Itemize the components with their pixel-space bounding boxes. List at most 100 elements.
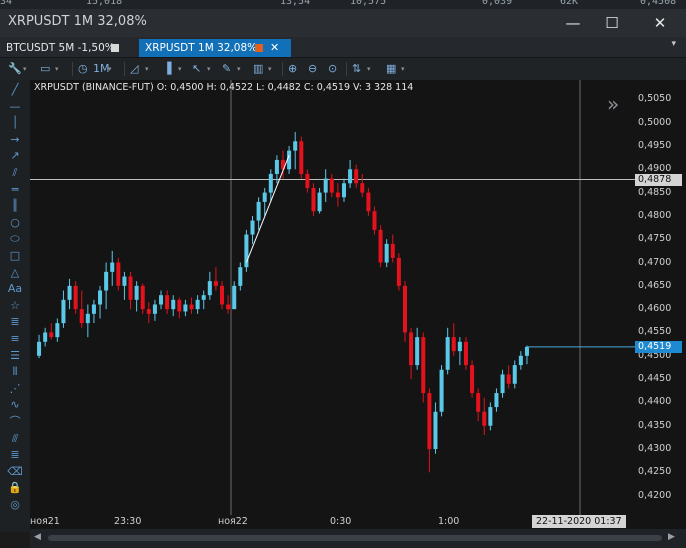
tab-label: XRPUSDT 1M 32,08% <box>145 42 258 54</box>
candle-body <box>195 299 200 310</box>
candle <box>67 278 72 310</box>
price-axis[interactable]: 0,5050 0,5000 0,4950 0,4900 0,4850 0,4800 0,47… <box>635 80 686 515</box>
scroll-left-icon[interactable]: ◀ <box>34 532 41 542</box>
minimize-button[interactable]: — <box>555 12 591 34</box>
grid-icon[interactable]: ▦ <box>386 61 396 77</box>
folder-icon[interactable]: ▭ <box>40 61 50 77</box>
sort-icon[interactable]: ⇅ <box>352 61 361 77</box>
dropdown-arrow-icon[interactable]: ▾ <box>207 61 211 77</box>
dropdown-arrow-icon[interactable]: ▾ <box>367 61 371 77</box>
indicator-icon[interactable]: ▐ <box>163 61 171 77</box>
tab-close-icon[interactable]: ✕ <box>270 39 279 57</box>
price-tick-label: 0,4750 <box>638 233 672 245</box>
clock-icon[interactable]: ◷ <box>78 61 88 77</box>
arc-icon[interactable]: ⌒ <box>4 415 26 429</box>
candle-body <box>354 169 359 184</box>
candlestick-chart[interactable] <box>30 80 635 515</box>
expand-panel-icon[interactable]: » <box>607 92 619 116</box>
candle-body <box>189 304 194 310</box>
zoom-in-icon[interactable]: ⊕ <box>288 61 297 77</box>
candle <box>335 183 340 207</box>
levels-icon[interactable]: ☰ <box>4 349 26 363</box>
dropdown-arrow-icon[interactable]: ▾ <box>268 61 272 77</box>
gann-icon[interactable]: ≡ <box>4 332 26 346</box>
candle-body <box>317 192 322 212</box>
cursor-icon[interactable]: ↖ <box>192 61 201 77</box>
candle-body <box>238 267 243 286</box>
horizontal-channel-icon[interactable]: ═ <box>4 183 26 197</box>
candle <box>171 295 176 317</box>
dropdown-arrow-icon[interactable]: ▾ <box>401 61 405 77</box>
parallel-lines-icon[interactable]: ⫽ <box>4 166 26 180</box>
candle-body <box>476 393 481 412</box>
chart-type-icon[interactable]: ◿ <box>130 61 138 77</box>
ellipse-icon[interactable]: ⬭ <box>4 232 26 246</box>
toolbar-separator <box>346 62 347 76</box>
text-icon[interactable]: Aa <box>4 282 26 296</box>
horizontal-scrollbar[interactable]: ◀ ▶ <box>30 529 686 548</box>
star-icon[interactable]: ☆ <box>4 299 26 313</box>
pattern-icon[interactable]: ⫻ <box>4 432 26 446</box>
candle <box>195 295 200 314</box>
trend-line[interactable] <box>245 155 290 263</box>
horizontal-line-icon[interactable]: — <box>4 100 26 114</box>
scroll-right-icon[interactable]: ▶ <box>668 532 675 542</box>
time-axis[interactable]: ноя21 23:30 ноя22 0:30 1:00 22-11-2020 01:37 <box>30 515 686 529</box>
scroll-thumb[interactable] <box>48 535 662 541</box>
pencil-icon[interactable]: ✎ <box>222 61 231 77</box>
candle-body <box>293 141 298 151</box>
wrench-icon[interactable]: 🔧 <box>8 61 22 77</box>
quote-value: 34 <box>0 0 13 7</box>
price-tick-label: 0,4350 <box>638 419 672 431</box>
dropdown-arrow-icon[interactable]: ▾ <box>237 61 241 77</box>
candle <box>201 290 206 310</box>
candle-body <box>219 285 225 305</box>
candle-body <box>329 178 334 193</box>
candle <box>372 206 377 235</box>
vertical-line-icon[interactable]: │ <box>4 116 26 130</box>
zoom-out-icon[interactable]: ⊖ <box>308 61 317 77</box>
arrow-diagonal-icon[interactable]: ↗ <box>4 149 26 163</box>
arrow-right-icon[interactable]: → <box>4 133 26 147</box>
vertical-channel-icon[interactable]: ║ <box>4 199 26 213</box>
candle <box>427 388 432 473</box>
line-tool-icon[interactable]: ╱ <box>4 83 26 97</box>
eye-icon[interactable]: ◎ <box>4 498 26 512</box>
dropdown-arrow-icon[interactable]: ▾ <box>55 61 59 77</box>
circle-icon[interactable]: ○ <box>4 216 26 230</box>
bars-icon[interactable]: ▥ <box>253 61 263 77</box>
dropdown-arrow-icon[interactable]: ▾ <box>145 61 149 77</box>
fan-icon[interactable]: ⋰ <box>4 382 26 396</box>
wave-icon[interactable]: ∿ <box>4 398 26 412</box>
quote-value: 10,575 <box>350 0 387 7</box>
fibonacci-icon[interactable]: ≣ <box>4 315 26 329</box>
close-button[interactable]: ✕ <box>642 12 678 34</box>
zoom-fit-icon[interactable]: ⊙ <box>328 61 337 77</box>
tab-menu-icon[interactable]: ▾ <box>671 39 676 49</box>
notes-icon[interactable]: ≣ <box>4 448 26 462</box>
candle-body <box>335 192 340 198</box>
candle <box>421 332 426 403</box>
tab-btcusdt[interactable]: BTCUSDT 5M -1,50% <box>0 39 134 57</box>
eraser-icon[interactable]: ⌫ <box>4 465 26 479</box>
candle-body <box>384 243 389 263</box>
columns-icon[interactable]: ⦀ <box>4 365 26 379</box>
rectangle-icon[interactable]: □ <box>4 249 26 263</box>
dropdown-arrow-icon[interactable]: ▾ <box>108 61 112 77</box>
candle <box>488 402 493 431</box>
candle-body <box>415 337 420 366</box>
candle <box>439 365 444 417</box>
dropdown-arrow-icon[interactable]: ▾ <box>178 61 182 77</box>
dropdown-arrow-icon[interactable]: ▾ <box>23 61 27 77</box>
candle-body <box>262 192 267 202</box>
price-tick-label: 0,5050 <box>638 93 672 105</box>
triangle-icon[interactable]: △ <box>4 266 26 280</box>
maximize-button[interactable]: ☐ <box>594 12 630 34</box>
candle <box>159 290 164 310</box>
time-tick-label: ноя21 <box>30 516 60 527</box>
lock-icon[interactable]: 🔒 <box>4 481 26 495</box>
tab-xrpusdt[interactable]: XRPUSDT 1M 32,08% ✕ <box>139 39 291 57</box>
candle-body <box>250 220 255 235</box>
candle <box>390 234 395 263</box>
chart-area[interactable]: XRPUSDT (BINANCE-FUT) O: 0,4500 H: 0,452… <box>30 80 635 515</box>
